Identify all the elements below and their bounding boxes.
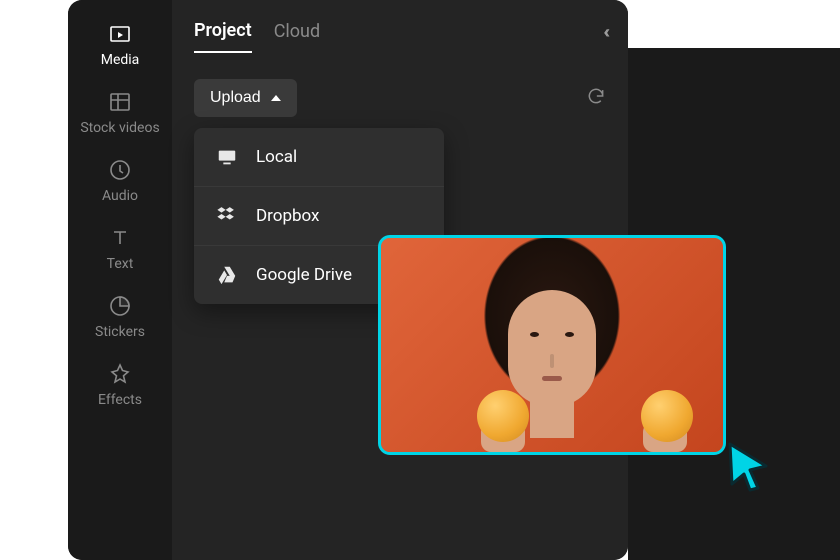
sidebar: Media Stock videos Audio Text Stickers — [68, 0, 172, 560]
chevron-up-icon — [271, 95, 281, 101]
sidebar-item-stickers[interactable]: Stickers — [95, 294, 145, 340]
collapse-panel-icon[interactable]: ‹‹ — [603, 22, 606, 43]
stock-videos-icon — [108, 90, 132, 114]
sidebar-item-label: Text — [107, 256, 134, 272]
upload-row: Upload — [194, 79, 606, 117]
upload-option-label: Dropbox — [256, 206, 320, 226]
media-icon — [108, 22, 132, 46]
tab-cloud[interactable]: Cloud — [274, 21, 320, 52]
sidebar-item-media[interactable]: Media — [101, 22, 140, 68]
text-icon — [108, 226, 132, 250]
upload-option-local[interactable]: Local — [194, 128, 444, 186]
tab-project[interactable]: Project — [194, 20, 252, 53]
cursor-icon — [726, 440, 770, 492]
preview-image — [381, 238, 723, 452]
sidebar-item-stock-videos[interactable]: Stock videos — [80, 90, 159, 136]
upload-option-label: Google Drive — [256, 265, 352, 285]
google-drive-icon — [216, 264, 238, 286]
audio-icon — [108, 158, 132, 182]
monitor-icon — [216, 146, 238, 168]
sidebar-item-audio[interactable]: Audio — [102, 158, 138, 204]
sidebar-item-label: Media — [101, 52, 140, 68]
upload-button[interactable]: Upload — [194, 79, 297, 117]
media-preview-thumbnail[interactable] — [378, 235, 726, 455]
upload-button-label: Upload — [210, 89, 261, 107]
sidebar-item-effects[interactable]: Effects — [98, 362, 142, 408]
refresh-icon[interactable] — [586, 86, 606, 110]
sidebar-item-text[interactable]: Text — [107, 226, 134, 272]
upload-option-label: Local — [256, 147, 297, 167]
panel-tabs: Project Cloud ‹‹ — [194, 20, 606, 53]
sidebar-item-label: Stickers — [95, 324, 145, 340]
sidebar-item-label: Stock videos — [80, 120, 159, 136]
stickers-icon — [108, 294, 132, 318]
effects-icon — [108, 362, 132, 386]
dropbox-icon — [216, 205, 238, 227]
sidebar-item-label: Audio — [102, 188, 138, 204]
sidebar-item-label: Effects — [98, 392, 142, 408]
